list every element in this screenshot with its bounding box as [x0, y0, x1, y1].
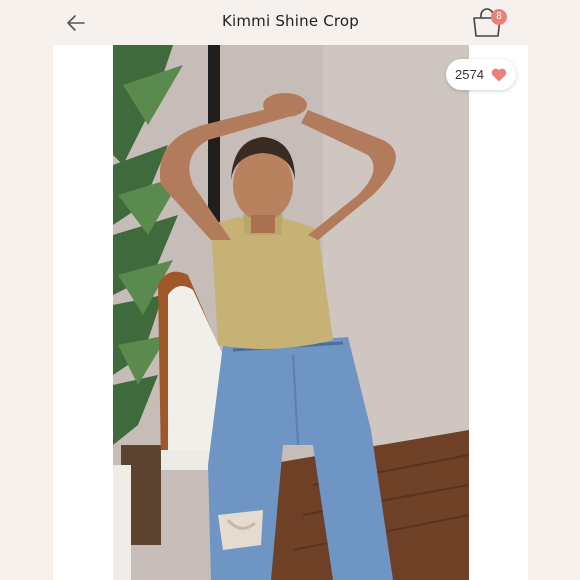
- product-photo-image: [113, 45, 469, 580]
- top-bar: Kimmi Shine Crop 8: [53, 0, 528, 45]
- app-screen: Kimmi Shine Crop 8 2574: [53, 0, 528, 580]
- like-count: 2574: [455, 67, 484, 82]
- heart-icon: [491, 68, 507, 82]
- cart-count-badge: 8: [491, 9, 507, 25]
- like-button[interactable]: 2574: [446, 59, 516, 90]
- product-photo[interactable]: [113, 45, 469, 580]
- page-title: Kimmi Shine Crop: [221, 12, 360, 30]
- outer-frame: Kimmi Shine Crop 8 2574: [0, 0, 580, 580]
